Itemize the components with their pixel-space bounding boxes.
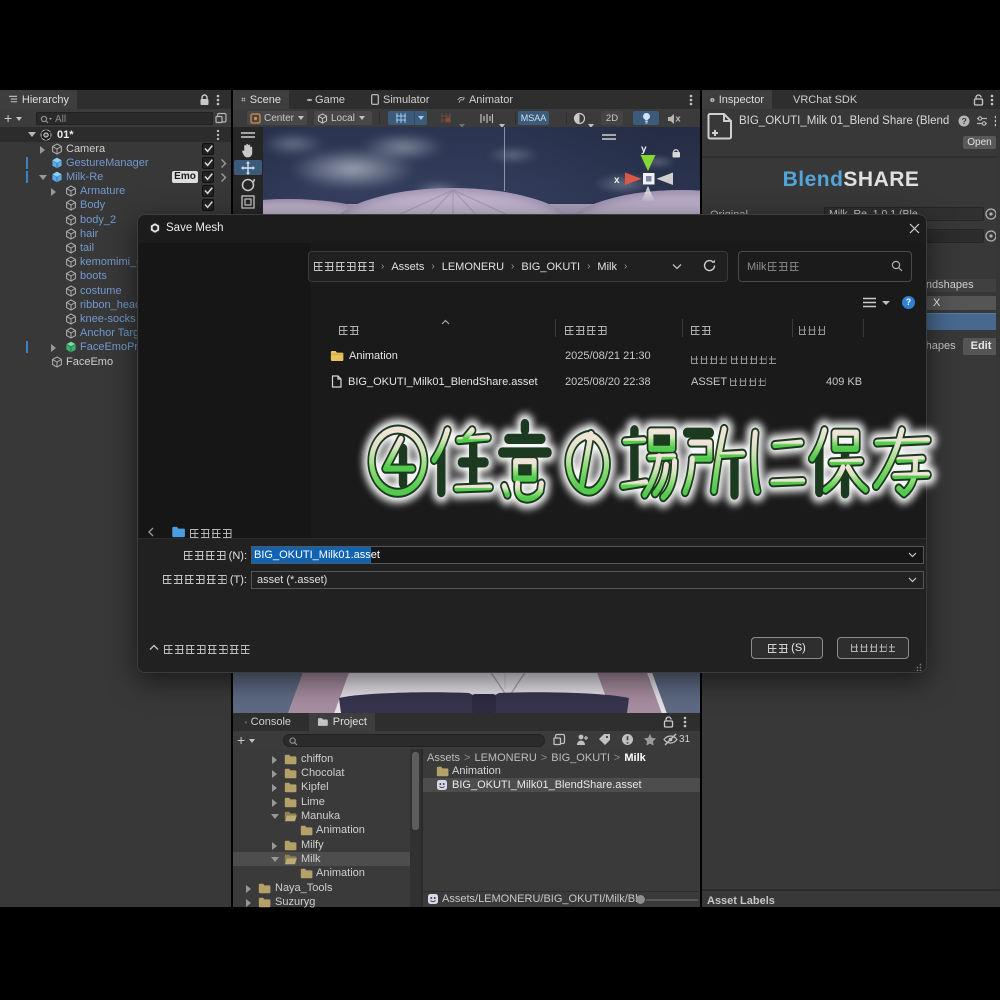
svg-text:y: y [641, 144, 647, 155]
svg-text:?: ? [962, 116, 967, 126]
svg-text:x: x [614, 175, 620, 186]
